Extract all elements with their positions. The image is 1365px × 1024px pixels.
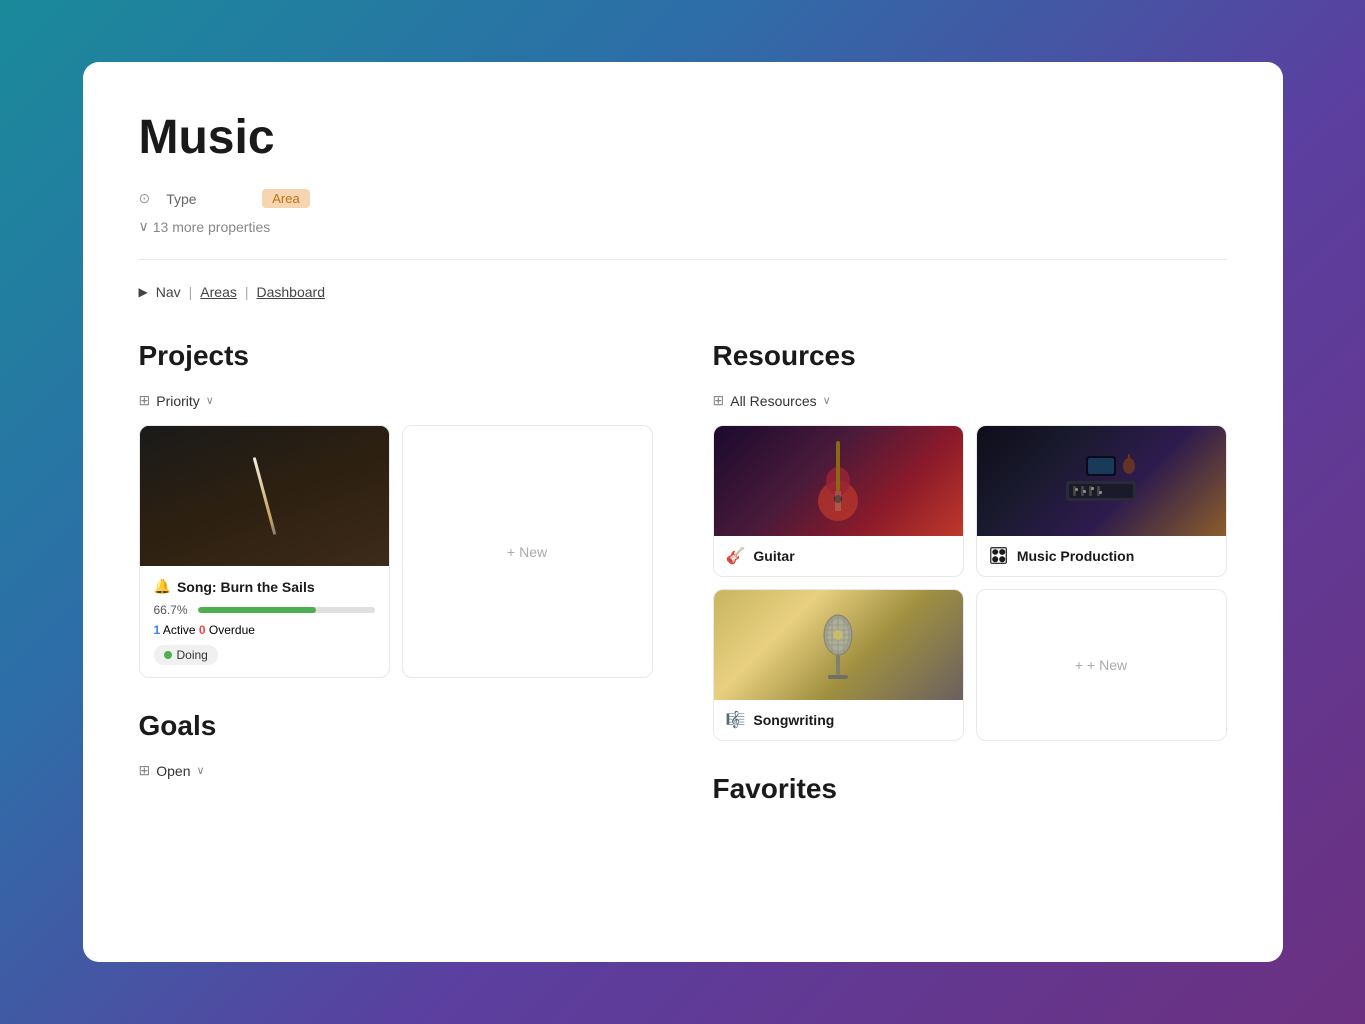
songwriting-label: Songwriting	[753, 712, 834, 728]
progress-percent: 66.7%	[154, 603, 190, 617]
resources-section: Resources ⊞ All Resources ∨	[713, 340, 1227, 825]
divider	[139, 259, 1227, 260]
chevron-down-icon: ∨	[139, 218, 149, 235]
resources-filter-chevron: ∨	[823, 394, 831, 407]
new-project-card[interactable]: + New	[402, 425, 653, 678]
resources-grid: 🎸 Guitar	[713, 425, 1227, 741]
project-cards-row: 🔔 Song: Burn the Sails 66.7% 1 Active	[139, 425, 653, 678]
nav-areas-link[interactable]: Areas	[200, 284, 237, 300]
status-badge: Doing	[154, 645, 218, 665]
progress-bar-fill	[198, 607, 316, 613]
guitar-label: Guitar	[753, 548, 794, 564]
projects-filter-label: Priority	[156, 393, 200, 409]
resources-title: Resources	[713, 340, 1227, 372]
studio-image	[977, 426, 1226, 536]
progress-row: 66.7%	[154, 603, 375, 617]
resource-card-guitar-body: 🎸 Guitar	[714, 536, 963, 576]
guitar-icon: 🎸	[726, 546, 746, 566]
projects-filter-chevron: ∨	[206, 394, 214, 407]
resource-card-songwriting[interactable]: 🎼 Songwriting	[713, 589, 964, 741]
music-production-label: Music Production	[1017, 548, 1134, 564]
goals-filter-row[interactable]: ⊞ Open ∨	[139, 762, 653, 779]
plus-icon: +	[507, 544, 515, 560]
music-production-icon: 🎛	[989, 546, 1009, 566]
main-card: Music ⊙ Type Area ∨ 13 more properties ▶…	[83, 62, 1283, 962]
overdue-count: 0	[199, 623, 206, 637]
favorites-title: Favorites	[713, 773, 1227, 805]
page-title: Music	[139, 110, 1227, 165]
new-resource-card[interactable]: + + New	[976, 589, 1227, 741]
goals-filter-icon: ⊞	[139, 762, 151, 779]
resources-filter-row[interactable]: ⊞ All Resources ∨	[713, 392, 1227, 409]
task-counts: 1 Active 0 Overdue	[154, 623, 375, 637]
match-stick-image	[252, 457, 276, 535]
mic-image	[714, 590, 963, 700]
resources-filter-label: All Resources	[730, 393, 816, 409]
resource-card-songwriting-body: 🎼 Songwriting	[714, 700, 963, 740]
guitar-image	[714, 426, 963, 536]
project-card-image	[140, 426, 389, 566]
goals-filter-chevron: ∨	[196, 764, 204, 777]
project-card-burn-sails[interactable]: 🔔 Song: Burn the Sails 66.7% 1 Active	[139, 425, 390, 678]
goals-title: Goals	[139, 710, 653, 742]
content-grid: Projects ⊞ Priority ∨ 🔔	[139, 340, 1227, 825]
plus-icon-resource: +	[1075, 657, 1083, 673]
nav-separator-2: |	[245, 284, 249, 300]
projects-filter-row[interactable]: ⊞ Priority ∨	[139, 392, 653, 409]
projects-title: Projects	[139, 340, 653, 372]
project-card-title: 🔔 Song: Burn the Sails	[154, 578, 375, 595]
goals-section: Goals ⊞ Open ∨	[139, 710, 653, 779]
songwriting-icon: 🎼	[726, 710, 746, 730]
nav-separator-1: |	[189, 284, 193, 300]
nav-label: Nav	[156, 284, 181, 300]
type-property-value[interactable]: Area	[262, 189, 309, 208]
nav-row: ▶ Nav | Areas | Dashboard	[139, 284, 1227, 300]
projects-filter-icon: ⊞	[139, 392, 151, 409]
resource-card-guitar[interactable]: 🎸 Guitar	[713, 425, 964, 577]
new-resource-label: + New	[1087, 657, 1127, 673]
type-property-label: Type	[166, 191, 246, 207]
favorites-section: Favorites	[713, 773, 1227, 805]
project-card-body: 🔔 Song: Burn the Sails 66.7% 1 Active	[140, 566, 389, 677]
resource-card-music-production[interactable]: 🎛 Music Production	[976, 425, 1227, 577]
project-card-icon: 🔔	[154, 578, 171, 595]
projects-section: Projects ⊞ Priority ∨ 🔔	[139, 340, 653, 825]
progress-bar-bg	[198, 607, 375, 613]
resources-filter-icon: ⊞	[713, 392, 725, 409]
nav-dashboard-link[interactable]: Dashboard	[257, 284, 326, 300]
type-property-row: ⊙ Type Area	[139, 189, 1227, 208]
goals-filter-label: Open	[156, 763, 190, 779]
resource-card-music-production-body: 🎛 Music Production	[977, 536, 1226, 576]
more-properties-toggle[interactable]: ∨ 13 more properties	[139, 218, 1227, 235]
active-count: 1	[154, 623, 161, 637]
overdue-label: Overdue	[209, 623, 255, 637]
new-project-label: New	[519, 544, 547, 560]
active-label: Active	[163, 623, 199, 637]
status-dot	[164, 651, 172, 659]
nav-expand-icon[interactable]: ▶	[139, 285, 148, 299]
type-property-icon: ⊙	[139, 190, 151, 207]
